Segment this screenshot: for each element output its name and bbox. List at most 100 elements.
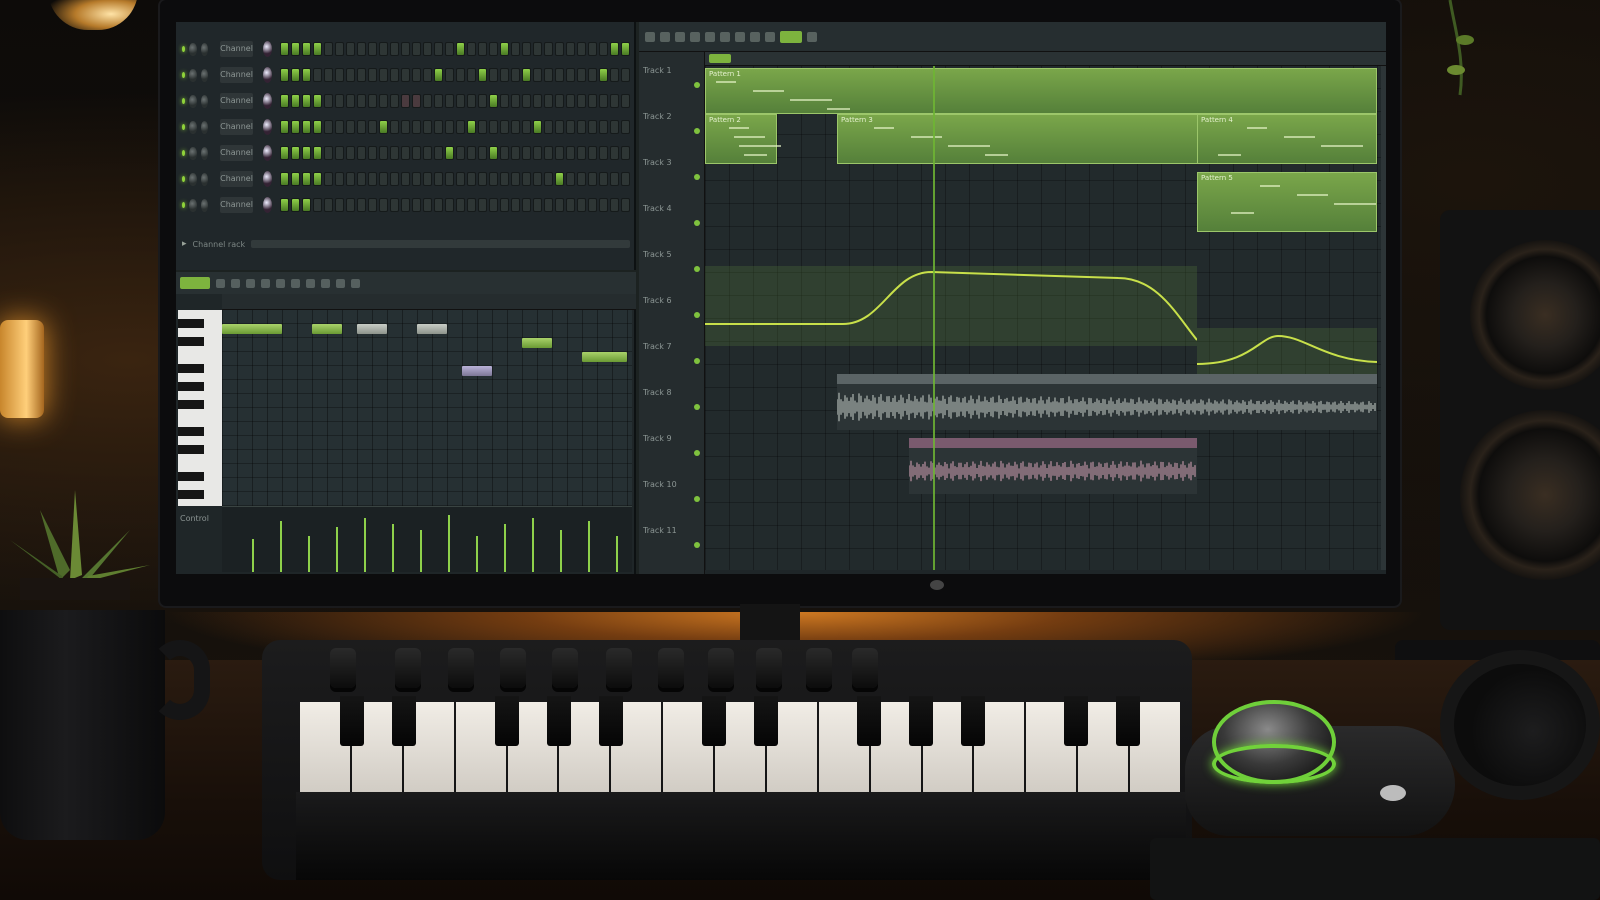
step-button[interactable] <box>357 42 366 56</box>
automation-curve[interactable] <box>705 270 1198 341</box>
step-button[interactable] <box>478 94 487 108</box>
step-button[interactable] <box>291 146 300 160</box>
track-name[interactable]: Track 7 <box>643 342 701 356</box>
volume-knob[interactable] <box>200 42 209 56</box>
step-button[interactable] <box>555 42 564 56</box>
velocity-bar[interactable] <box>364 518 366 572</box>
track-name[interactable]: Track 11 <box>643 526 701 540</box>
step-button[interactable] <box>522 146 531 160</box>
step-button[interactable] <box>456 172 465 186</box>
step-button[interactable] <box>588 172 597 186</box>
step-button[interactable] <box>533 172 542 186</box>
pan-knob[interactable] <box>189 198 197 212</box>
step-button[interactable] <box>489 146 498 160</box>
step-button[interactable] <box>346 172 355 186</box>
volume-knob[interactable] <box>200 94 209 108</box>
menu-icon[interactable] <box>645 31 655 42</box>
step-button[interactable] <box>423 172 432 186</box>
play-icon[interactable] <box>807 31 817 42</box>
step-button[interactable] <box>500 94 509 108</box>
step-button[interactable] <box>544 42 553 56</box>
step-button[interactable] <box>566 172 575 186</box>
step-button[interactable] <box>577 42 586 56</box>
step-button[interactable] <box>357 172 366 186</box>
playlist-ruler[interactable] <box>705 52 1386 66</box>
song-position-marker[interactable] <box>709 54 731 63</box>
step-button[interactable] <box>533 198 542 212</box>
play-icon[interactable]: ▸ <box>182 239 187 249</box>
step-button[interactable] <box>368 42 377 56</box>
step-button[interactable] <box>610 94 619 108</box>
step-button[interactable] <box>324 120 333 134</box>
black-key[interactable] <box>178 472 204 481</box>
track-indicator[interactable] <box>694 450 700 456</box>
volume-knob[interactable] <box>200 198 209 212</box>
magnet-icon[interactable] <box>351 278 360 288</box>
step-button[interactable] <box>423 146 432 160</box>
step-button[interactable] <box>390 172 399 186</box>
velocity-bar[interactable] <box>308 536 310 572</box>
black-key[interactable] <box>178 490 204 499</box>
step-button[interactable] <box>621 120 630 134</box>
step-button[interactable] <box>478 172 487 186</box>
step-button[interactable] <box>379 94 388 108</box>
playlist-scrollbar[interactable] <box>1381 66 1386 570</box>
step-button[interactable] <box>346 198 355 212</box>
black-key[interactable] <box>178 382 204 391</box>
step-button[interactable] <box>280 94 289 108</box>
velocity-lane[interactable] <box>222 506 632 572</box>
velocity-bar[interactable] <box>588 521 590 572</box>
step-button[interactable] <box>291 198 300 212</box>
step-button[interactable] <box>522 68 531 82</box>
channel-knob[interactable] <box>262 119 272 135</box>
track-name[interactable]: Track 8 <box>643 388 701 402</box>
volume-knob[interactable] <box>200 120 209 134</box>
step-button[interactable] <box>346 68 355 82</box>
step-button[interactable] <box>291 42 300 56</box>
step-button[interactable] <box>467 42 476 56</box>
step-button[interactable] <box>291 68 300 82</box>
step-button[interactable] <box>434 94 443 108</box>
step-button[interactable] <box>511 120 520 134</box>
step-button[interactable] <box>566 146 575 160</box>
step-button[interactable] <box>588 42 597 56</box>
step-button[interactable] <box>555 68 564 82</box>
step-button[interactable] <box>335 172 344 186</box>
channel-led[interactable] <box>182 150 186 156</box>
step-button[interactable] <box>445 146 454 160</box>
step-button[interactable] <box>500 198 509 212</box>
step-button[interactable] <box>456 120 465 134</box>
step-button[interactable] <box>599 42 608 56</box>
piano-keyboard[interactable] <box>178 310 222 506</box>
step-button[interactable] <box>533 68 542 82</box>
step-button[interactable] <box>313 94 322 108</box>
track-name[interactable]: Track 6 <box>643 296 701 310</box>
step-button[interactable] <box>335 120 344 134</box>
step-button[interactable] <box>456 198 465 212</box>
step-button[interactable] <box>346 120 355 134</box>
step-button[interactable] <box>335 68 344 82</box>
step-button[interactable] <box>280 68 289 82</box>
snap-toggle[interactable] <box>780 30 802 43</box>
step-button[interactable] <box>621 172 630 186</box>
step-button[interactable] <box>566 198 575 212</box>
track-indicator[interactable] <box>694 358 700 364</box>
track-indicator[interactable] <box>694 266 700 272</box>
track-indicator[interactable] <box>694 496 700 502</box>
mute-icon[interactable] <box>705 31 715 42</box>
zoom-icon[interactable] <box>306 278 315 288</box>
step-button[interactable] <box>324 42 333 56</box>
black-key[interactable] <box>178 337 204 346</box>
pencil-icon[interactable] <box>660 31 670 42</box>
track-indicator[interactable] <box>694 542 700 548</box>
step-button[interactable] <box>280 120 289 134</box>
step-button[interactable] <box>412 146 421 160</box>
track-indicator[interactable] <box>694 220 700 226</box>
step-button[interactable] <box>599 120 608 134</box>
step-button[interactable] <box>379 172 388 186</box>
step-button[interactable] <box>555 146 564 160</box>
step-button[interactable] <box>379 42 388 56</box>
audio-clip[interactable] <box>908 438 1197 494</box>
step-button[interactable] <box>379 198 388 212</box>
step-button[interactable] <box>610 42 619 56</box>
